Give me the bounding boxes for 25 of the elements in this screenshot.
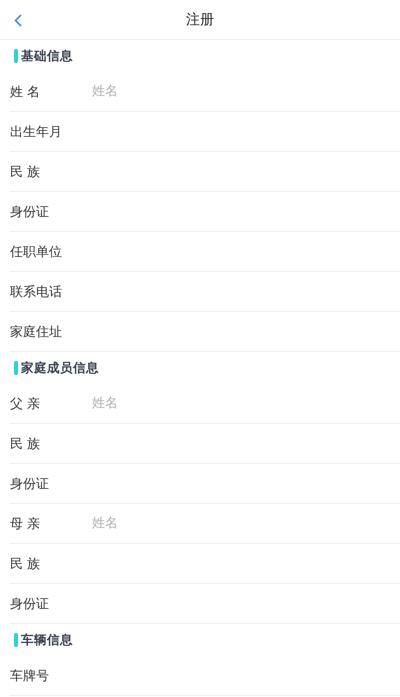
back-icon <box>14 14 22 26</box>
field-label: 车牌号 <box>10 668 50 684</box>
section-marker <box>14 49 18 63</box>
field-label: 身份证 <box>10 596 50 612</box>
input-field[interactable]: 姓名 <box>92 84 390 99</box>
section-title: 车辆信息 <box>21 632 73 648</box>
field-label: 任职单位 <box>10 244 63 260</box>
page-title: 注册 <box>186 10 214 28</box>
field-label: 联系电话 <box>10 284 63 300</box>
section-title: 基础信息 <box>21 48 73 64</box>
field-label: 母 亲 <box>10 516 42 532</box>
field-label: 父 亲 <box>10 396 42 412</box>
input-field[interactable]: 姓名 <box>92 516 390 531</box>
field-label: 民 族 <box>10 556 42 572</box>
input-field[interactable]: 姓名 <box>92 396 390 411</box>
field-label: 身份证 <box>10 204 50 220</box>
section-marker <box>14 361 18 375</box>
section-title: 家庭成员信息 <box>21 360 99 376</box>
section-marker <box>14 633 18 647</box>
field-label: 身份证 <box>10 476 50 492</box>
field-label: 姓 名 <box>10 84 42 100</box>
field-label: 民 族 <box>10 164 42 180</box>
field-label: 出生年月 <box>10 124 63 140</box>
field-label: 家庭住址 <box>10 324 63 340</box>
field-label: 民 族 <box>10 436 42 452</box>
